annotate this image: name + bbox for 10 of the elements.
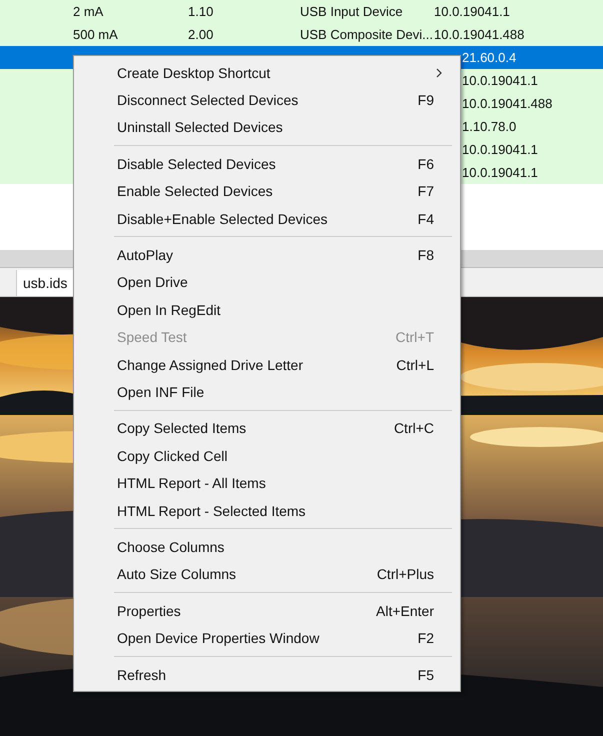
table-cell: 2 mA [73, 4, 104, 19]
table-cell: 2.00 [188, 27, 214, 42]
table-cell: 500 mA [73, 27, 118, 42]
table-cell: 10.0.19041.488 [434, 27, 524, 42]
table-cell: 10.0.19041.1 [462, 142, 538, 157]
table-cell: 10.0.19041.1 [434, 4, 510, 19]
table-cell: 1.10 [188, 4, 214, 19]
table-cell: USB Composite Devi... [300, 27, 433, 42]
table-cell: 21.60.0.4 [462, 50, 516, 65]
table-cell: USB Input Device [300, 4, 403, 19]
